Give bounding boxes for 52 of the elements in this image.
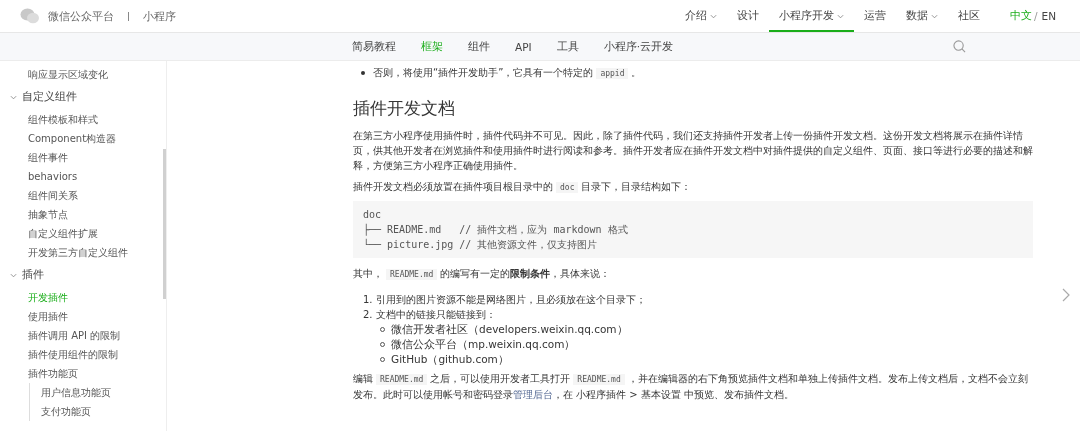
sidebar-item[interactable]: 开发第三方自定义组件 [0, 243, 163, 262]
nav-link[interactable]: 运营 [853, 2, 896, 32]
list-item-text: 微信开发者社区（developers.weixin.qq.com） [391, 322, 628, 337]
sidebar-item[interactable]: 组件事件 [0, 148, 163, 167]
sub-nav-tab[interactable]: 简易教程 [352, 39, 396, 54]
product-name: 小程序 [143, 8, 176, 24]
chevron-icon [10, 94, 17, 100]
sidebar-group[interactable]: 自定义组件 [0, 84, 163, 110]
sidebar-item[interactable]: 插件使用组件的限制 [0, 345, 163, 364]
list-item-text: 文档中的链接只能链接到： [375, 308, 496, 322]
sidebar-item[interactable]: 插件功能页 [0, 364, 163, 383]
nav-link[interactable]: 数据 [895, 2, 948, 32]
nav-link[interactable]: 社区 [947, 2, 990, 32]
sidebar-item[interactable]: 组件模板和样式 [0, 110, 163, 129]
list-item-text: GitHub（github.com） [391, 352, 509, 367]
sidebar-item[interactable]: 使用插件 [0, 307, 163, 326]
paragraph: 插件开发文档必须放置在插件项目根目录中的 doc 目录下，目录结构如下： [353, 180, 693, 195]
chevron-icon [10, 272, 17, 278]
sidebar-item[interactable]: 用户信息功能页 [30, 383, 163, 402]
sub-nav-tab[interactable]: 小程序·云开发 [603, 39, 673, 54]
code-block: doc ├── README.md // 插件文档，应为 markdown 格式 └── picture.jpg // 其他资源文件，仅支持图片 [353, 201, 1033, 258]
sidebar-item[interactable]: 插件调用 API 的限制 [0, 326, 163, 345]
language-link[interactable]: EN [1041, 10, 1056, 22]
list-item-text: 引用到的图片资源不能是网络图片，且必须放在这个目录下； [375, 293, 646, 307]
admin-link[interactable]: 管理后台 [513, 389, 553, 400]
sidebar-item[interactable]: 自定义组件扩展 [0, 224, 163, 243]
list-number: 2. [363, 308, 373, 322]
paragraph: 其中， README.md 的编写有一定的限制条件，具体来说： [353, 267, 612, 282]
sidebar-item[interactable]: Component构造器 [0, 129, 163, 148]
chat-bubbles-logo-icon [20, 8, 40, 24]
sidebar-group[interactable]: 插件 [0, 262, 163, 288]
sidebar-item[interactable]: 抽象节点 [0, 205, 163, 224]
sub-nav-tab[interactable]: API [515, 40, 532, 53]
list-item-text: 微信公众平台（mp.weixin.qq.com） [391, 337, 576, 352]
platform-name: 微信公众平台 [48, 8, 114, 24]
nav-link[interactable]: 介绍 [674, 2, 727, 32]
bullet-text: 否则，将使用“插件开发助手”，它具有一个特定的 appid 。 [373, 66, 642, 81]
sidebar-item[interactable]: 支付功能页 [30, 402, 163, 421]
paragraph: 编辑 README.md 之后，可以使用开发者工具打开 README.md ，并在编辑器的右下角预览插件文档和单独上传插件文档。发布上传文档后，文档不会立刻发布。此时可以使用帐号和密码登录管理后台，在 小程序插件 > 基本设置 中预览、发布插件文档。 [353, 372, 1029, 402]
scrollbar-thumb[interactable] [163, 149, 166, 299]
chevron-right-icon[interactable] [1062, 288, 1070, 302]
sub-nav-tab[interactable]: 工具 [556, 39, 579, 54]
section-heading: 插件开发文档 [353, 97, 456, 120]
language-separator: / [1033, 10, 1038, 22]
paragraph: 在第三方小程序使用插件时，插件代码并不可见。因此，除了插件代码，我们还支持插件开发者上传一份插件开发文档。这份开发文档将展示在插件详情页，供其他开发者在浏览插件和使用插件时进行阅读和参考。插件开发者应在插件开发文档中对插件提供的自定义组件、页面、接口等进行必要的描述和解释，方便第三方小程序正确使用插件。 [353, 129, 1033, 173]
sidebar-item[interactable]: 组件间关系 [0, 186, 163, 205]
sidebar-item[interactable]: behaviors [0, 167, 163, 186]
sub-nav-tab[interactable]: 组件 [468, 39, 490, 54]
search-icon[interactable] [952, 40, 966, 53]
sidebar-item[interactable]: 响应显示区域变化 [0, 65, 163, 84]
nav-link[interactable]: 设计 [726, 2, 769, 32]
list-number: 1. [363, 293, 373, 307]
